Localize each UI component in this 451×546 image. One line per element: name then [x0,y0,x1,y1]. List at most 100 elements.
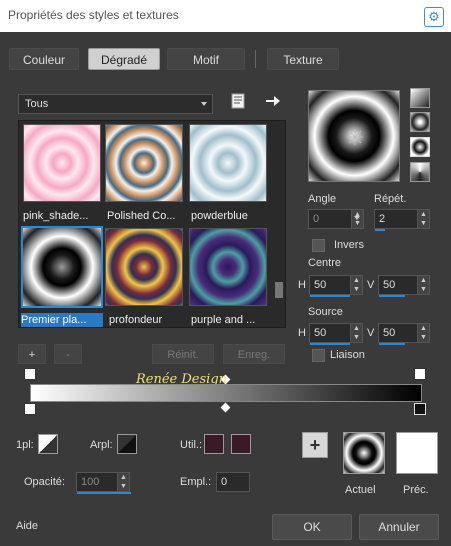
spin-arrows-icon[interactable]: ▲ ▼ [350,276,362,294]
source-v-underline [379,343,405,345]
gradient-thumb[interactable] [189,124,267,202]
add-gradient-button[interactable]: + [18,344,46,364]
source-label: Source [308,306,343,318]
center-v-value: 50 [383,279,396,291]
opacity-underline [77,492,131,494]
user-color-swatch-2[interactable] [231,434,251,454]
arpl-label: Arpl: [90,439,113,451]
source-v-label: V [367,327,375,339]
gallery-item-label: Premier pla... [21,313,103,327]
gallery-item-label: powderblue [191,210,248,222]
resources-icon[interactable] [230,93,246,109]
help-gear-icon[interactable]: ⚙ [424,7,444,27]
gradient-thumb[interactable] [189,228,267,306]
gradient-thumb-selected[interactable] [21,226,103,308]
center-v-underline [379,295,405,297]
onepl-label: 1pl: [16,439,34,451]
repeat-input[interactable]: 2 ▲ ▼ [374,209,430,231]
angle-value: 0 [313,213,320,225]
linear-gradient-type-button[interactable] [410,88,430,108]
color-stop-marker[interactable] [414,403,426,415]
center-v-input[interactable]: 50 ▲ ▼ [378,275,430,297]
spin-arrows-icon[interactable]: ▲ ▼ [417,324,429,342]
background-swatch[interactable] [117,434,137,454]
tab-texture[interactable]: Texture [267,48,339,70]
gallery-item-label: Polished Co... [107,210,176,222]
reset-button[interactable]: Réinit. [152,344,214,364]
gradient-bar[interactable] [30,384,422,402]
invert-label: Invers [334,239,364,251]
user-color-swatch[interactable] [204,434,224,454]
cancel-button[interactable]: Annuler [359,514,439,540]
title-bar: Propriétés des styles et textures ⚙ [0,0,451,32]
gradient-thumb[interactable] [105,124,183,202]
category-value: Tous [25,98,49,110]
gallery-item-label: purple and ... [191,314,256,326]
current-label: Actuel [345,484,376,496]
remove-gradient-button[interactable]: - [54,344,82,364]
spin-arrows-icon[interactable]: ▲ ▼ [350,324,362,342]
location-input[interactable]: 0 [216,472,250,492]
center-h-underline [310,295,350,297]
category-dropdown[interactable]: Tous [18,94,213,114]
tab-motif[interactable]: Motif [167,48,245,70]
gallery-item-label: pink_shade... [23,210,89,222]
tab-degrade[interactable]: Dégradé [88,48,160,70]
opacity-value: 100 [81,476,100,488]
location-value: 0 [221,476,228,488]
color-midpoint-marker[interactable] [220,402,231,413]
source-h-value: 50 [314,327,327,339]
gradient-thumb[interactable] [105,228,183,306]
gallery-item-label: profondeur [109,314,163,326]
link-label: Liaison [330,349,365,361]
opacity-input[interactable]: 100 ▲ ▼ [76,472,131,494]
tab-separator [255,50,256,68]
current-preview [343,432,385,474]
source-v-input[interactable]: 50 ▲ ▼ [378,323,430,345]
center-label: Centre [308,257,342,269]
opacity-stop-marker[interactable] [414,368,426,380]
spin-arrows-icon[interactable]: ▲ ▼ [417,276,429,294]
repeat-label: Répét. [374,193,407,205]
add-to-swatches-button[interactable]: + [302,432,328,458]
color-stop-marker[interactable] [24,403,36,415]
center-h-input[interactable]: 50 ▲ ▼ [309,275,363,297]
ok-button[interactable]: OK [272,514,352,540]
center-h-value: 50 [314,279,327,291]
help-link[interactable]: Aide [16,520,38,532]
tab-couleur[interactable]: Couleur [9,48,79,70]
location-label: Empl.: [180,476,212,488]
invert-checkbox[interactable] [312,239,325,252]
gradient-thumb[interactable] [23,124,101,202]
opacity-stop-marker[interactable] [24,368,36,380]
center-v-label: V [367,279,375,291]
source-h-input[interactable]: 50 ▲ ▼ [309,323,363,345]
repeat-underline [375,229,385,231]
link-checkbox[interactable] [312,349,325,362]
spin-arrows-icon[interactable]: ▲ ▼ [417,210,429,228]
source-h-label: H [298,327,306,339]
previous-preview[interactable] [396,432,438,474]
chevron-down-icon [201,102,207,106]
save-gradient-button[interactable]: Enreg. [223,344,285,364]
gradient-preview[interactable] [308,90,400,182]
window-title: Propriétés des styles et textures [8,8,179,22]
source-h-underline [310,343,350,345]
repeat-value: 2 [379,213,386,225]
source-v-value: 50 [383,327,396,339]
sunburst-gradient-type-button[interactable] [410,162,430,182]
foreground-swatch[interactable] [38,434,58,454]
angle-label: Angle [308,193,337,205]
gradient-gallery[interactable]: pink_shade... Polished Co... powderblue … [18,120,286,328]
spin-arrows-icon[interactable]: ▲ ▼ [117,473,129,491]
previous-label: Préc. [403,484,429,496]
chevron-down-icon[interactable] [354,216,360,220]
util-label: Util.: [180,439,202,451]
arrow-right-icon[interactable] [265,94,281,108]
opacity-label: Opacité: [24,476,65,488]
rectangular-gradient-type-button[interactable] [410,112,430,132]
center-h-label: H [298,279,306,291]
center-crosshair-icon [347,129,363,145]
gallery-scroll-thumb[interactable] [275,282,283,298]
radial-gradient-type-button[interactable] [410,137,430,157]
